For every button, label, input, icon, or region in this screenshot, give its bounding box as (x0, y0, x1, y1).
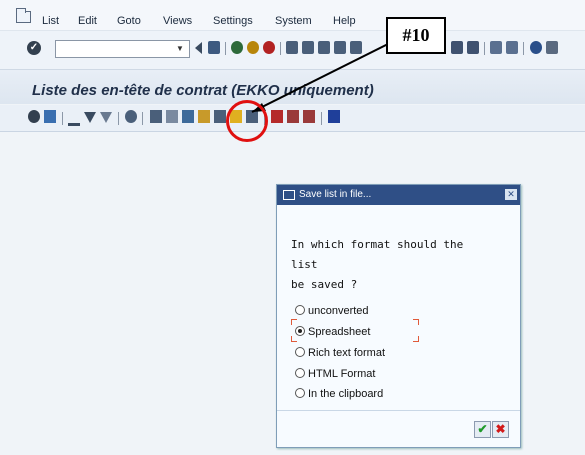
option-unconverted[interactable]: unconverted (295, 305, 369, 321)
focus-corner (291, 336, 297, 342)
radio-button-selected[interactable] (295, 326, 305, 337)
close-icon[interactable]: ✕ (505, 189, 517, 200)
dialog-question: In which format should the list be saved… (291, 235, 501, 295)
option-label: In the clipboard (308, 388, 384, 400)
question-line: In which format should the (291, 238, 464, 251)
option-label: Spreadsheet (308, 326, 371, 338)
option-label: Rich text format (308, 347, 386, 359)
option-clipboard[interactable]: In the clipboard (295, 388, 383, 404)
continue-button[interactable]: ✔ (474, 421, 491, 438)
option-html[interactable]: HTML Format (295, 368, 375, 384)
focus-corner (413, 319, 419, 325)
dialog-footer-divider (277, 410, 520, 411)
radio-button[interactable] (295, 388, 305, 399)
option-spreadsheet[interactable]: Spreadsheet (295, 326, 370, 342)
radio-button[interactable] (295, 347, 305, 358)
radio-button[interactable] (295, 368, 305, 379)
question-line: be saved ? (291, 278, 358, 291)
check-icon: ✔ (477, 422, 488, 436)
dialog-title: Save list in file... (299, 189, 372, 200)
save-list-dialog: Save list in file... ✕ In which format s… (276, 184, 521, 448)
option-label: HTML Format (308, 368, 376, 380)
cancel-button[interactable]: ✖ (492, 421, 509, 438)
radio-button[interactable] (295, 305, 305, 316)
focus-corner (291, 319, 297, 325)
highlight-circle (226, 100, 268, 142)
option-label: unconverted (308, 305, 369, 317)
option-rich-text[interactable]: Rich text format (295, 347, 385, 363)
question-line: list (291, 258, 318, 271)
dialog-title-bar: Save list in file... ✕ (277, 185, 520, 205)
cross-icon: ✖ (495, 422, 506, 436)
dialog-window-icon (283, 190, 295, 200)
focus-corner (413, 336, 419, 342)
callout-label: #10 (386, 17, 446, 54)
